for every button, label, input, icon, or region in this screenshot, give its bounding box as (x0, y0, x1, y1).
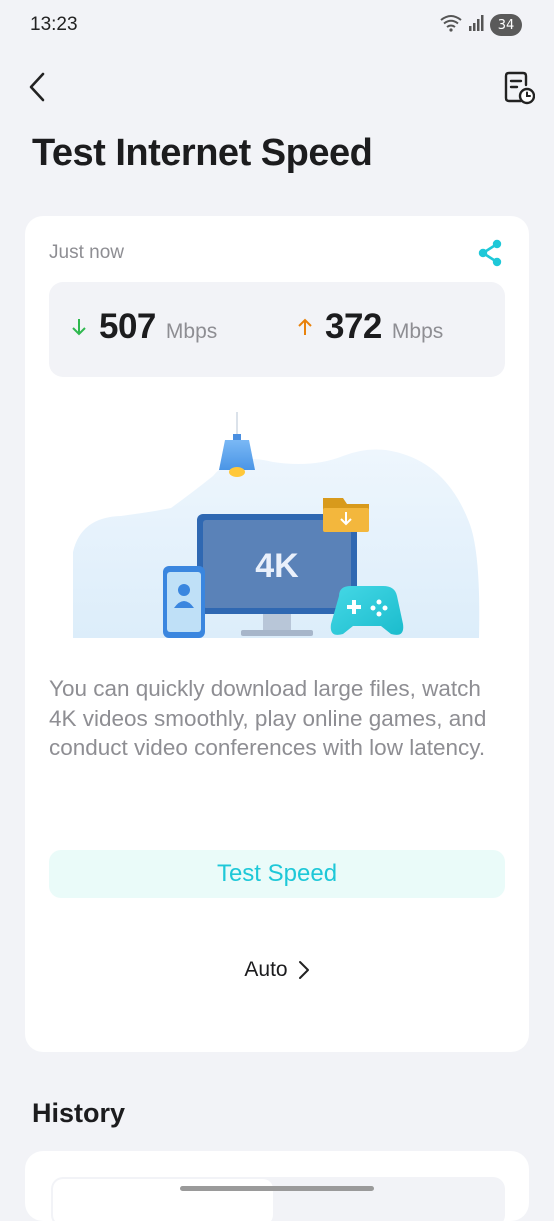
pendant-lamp (219, 412, 255, 477)
share-button[interactable] (473, 236, 507, 270)
speed-illustration: 4K (73, 412, 480, 638)
share-icon (478, 239, 502, 267)
history-tabs[interactable] (51, 1177, 505, 1221)
status-bar: 13:23 34 (0, 0, 554, 52)
download-speed: 507 Mbps (71, 307, 217, 347)
arrow-down-icon (71, 317, 89, 337)
status-time: 13:23 (30, 14, 78, 35)
arrow-up-icon (297, 317, 315, 337)
download-value: 507 (99, 307, 156, 346)
home-indicator[interactable] (180, 1186, 374, 1191)
test-timestamp: Just now (49, 242, 124, 263)
back-button[interactable] (22, 68, 52, 106)
chevron-left-icon (29, 72, 45, 102)
signal-icon (468, 15, 484, 35)
battery-icon: 34 (490, 14, 522, 36)
history-report-icon (504, 71, 535, 105)
phone (163, 566, 205, 638)
speed-result-card: Just now 507 Mbps 372 Mbps 4K You can qu… (25, 216, 529, 1052)
test-speed-button[interactable]: Test Speed (49, 850, 505, 898)
history-title: History (32, 1098, 126, 1128)
download-unit: Mbps (165, 320, 218, 343)
monitor-screen-text: 4K (255, 547, 299, 585)
upload-value: 372 (325, 307, 382, 346)
speed-description: You can quickly download large files, wa… (49, 676, 487, 760)
speed-summary: 507 Mbps 372 Mbps (49, 282, 505, 377)
upload-unit: Mbps (391, 320, 444, 343)
history-report-button[interactable] (498, 68, 540, 108)
upload-speed: 372 Mbps (297, 307, 443, 347)
page-title: Test Internet Speed (32, 132, 373, 174)
chevron-right-icon (298, 961, 309, 979)
status-icons: 34 (440, 14, 522, 36)
test-mode-selector[interactable]: Auto (25, 958, 529, 982)
wifi-icon (440, 14, 462, 36)
test-mode-label: Auto (244, 958, 288, 981)
